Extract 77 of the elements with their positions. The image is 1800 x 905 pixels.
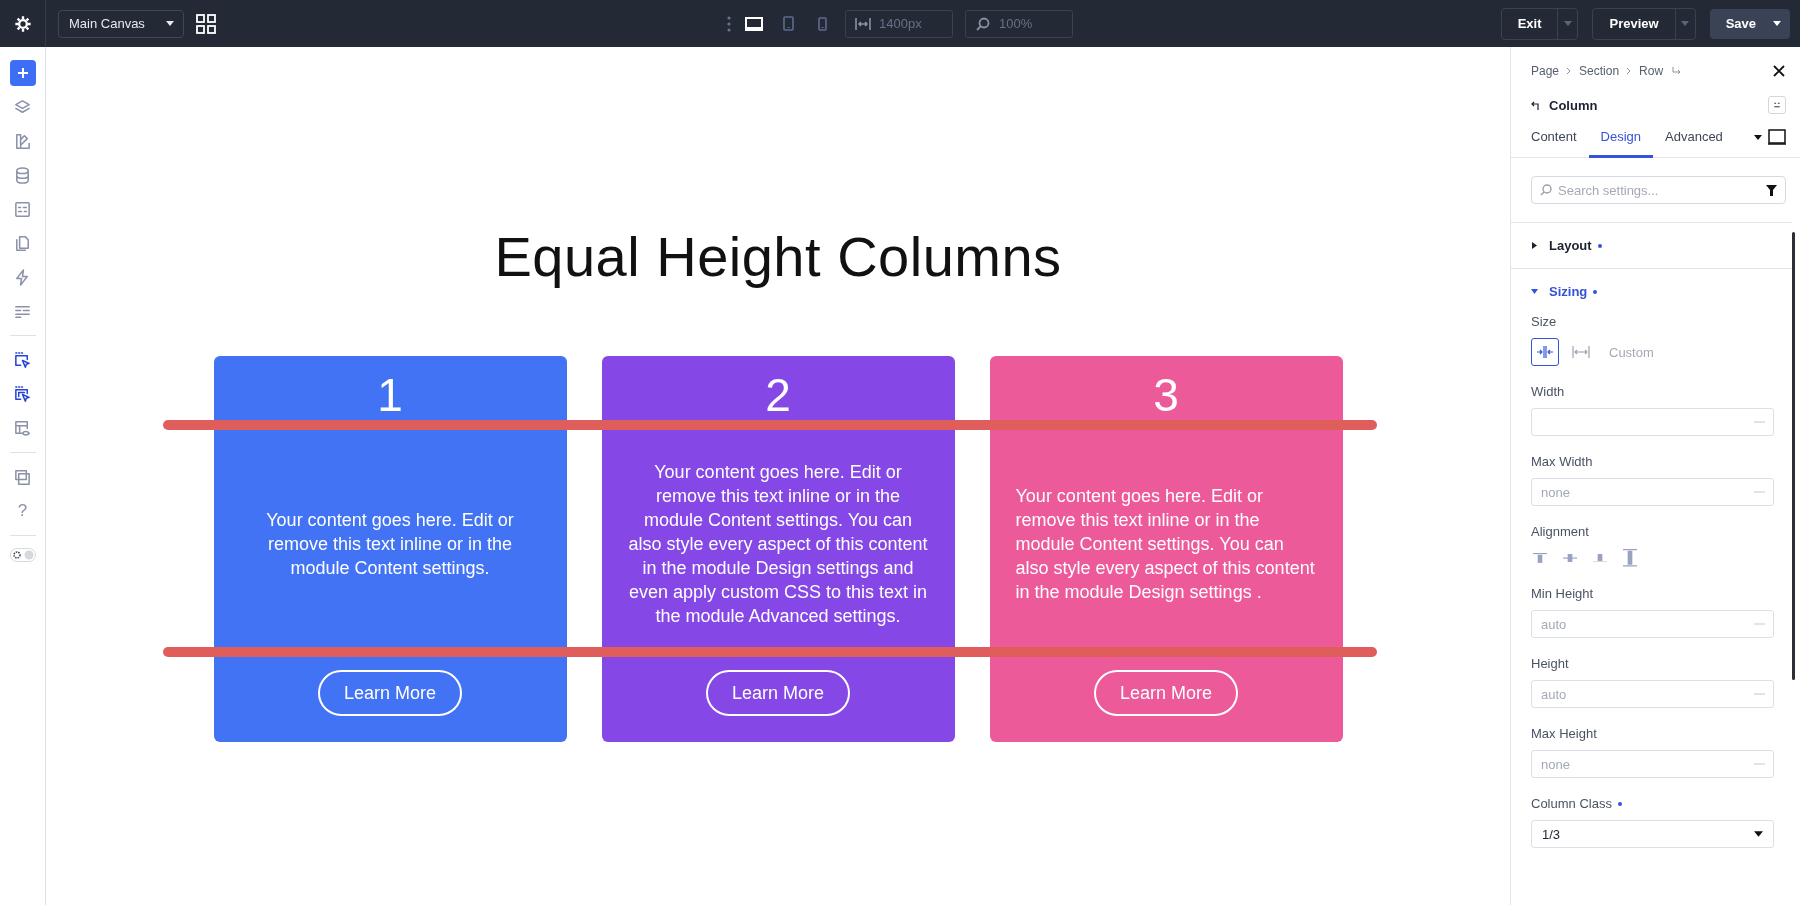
caret-icon [1754, 831, 1763, 837]
element-heading: Column [1549, 97, 1598, 113]
options-icon[interactable] [1768, 96, 1786, 114]
width-arrows-icon [855, 16, 871, 31]
more-icon[interactable] [727, 15, 731, 32]
caret-icon [1563, 21, 1572, 26]
theme-toggle-icon[interactable] [9, 548, 36, 562]
select-field[interactable]: 1/3 [1531, 820, 1774, 848]
panel-tab[interactable]: Design [1588, 117, 1653, 158]
input-field[interactable]: auto [1531, 680, 1774, 708]
align-center-icon [1563, 553, 1577, 563]
card-text: Your content goes here. Edit or remove this text inline or in the module Content settings. You can also style every aspect of this content in the module Design settings . [1015, 485, 1316, 605]
disclosure-triangle-icon [1531, 242, 1538, 249]
input-field[interactable]: auto [1531, 610, 1774, 638]
canvas-select[interactable]: Main Canvas [58, 9, 184, 38]
section-header[interactable]: Sizing [1511, 269, 1792, 314]
caret-icon [1773, 21, 1781, 26]
field-label: Size [1531, 314, 1557, 329]
input-field[interactable] [1531, 408, 1774, 436]
card-text: Your content goes here. Edit or remove this text inline or in the module Content settings. [265, 509, 515, 581]
windows-icon [13, 467, 32, 487]
search-icon [1540, 184, 1552, 196]
scrollbar[interactable] [1792, 232, 1795, 680]
desktop-icon [745, 16, 763, 31]
caret-icon [166, 21, 174, 26]
learn-more-button[interactable]: Learn More [318, 670, 462, 717]
align-top-icon [1533, 553, 1547, 563]
align-stretch-icon [1623, 549, 1637, 567]
layout-eye-icon [13, 418, 32, 438]
breadcrumb-link[interactable]: Section [1579, 64, 1620, 78]
close-icon[interactable] [1772, 64, 1786, 78]
selection-cursor-icon [13, 350, 32, 370]
input-field[interactable]: none [1531, 478, 1774, 506]
card-text: Your content goes here. Edit or remove this text inline or in the module Content settings. You can also style every aspect of this content in the module Design settings and even apply custom CSS to this text in the module Advanced settings. [627, 461, 929, 629]
input-field[interactable]: none [1531, 750, 1774, 778]
add-button[interactable] [9, 60, 36, 86]
tablet-icon [782, 16, 794, 31]
card-number: 3 [1153, 372, 1179, 419]
multi-select-cursor-icon [13, 384, 32, 404]
grid-icon[interactable] [196, 13, 216, 34]
panel-tab[interactable]: Content [1519, 117, 1589, 158]
field-label: Max Height [1531, 726, 1597, 741]
field-label: Alignment [1531, 524, 1589, 539]
page-title: Equal Height Columns [494, 224, 1062, 290]
filter-icon[interactable] [1766, 185, 1777, 196]
section-header[interactable]: Layout [1511, 223, 1792, 268]
settings-icon[interactable] [13, 14, 32, 33]
card-number: 1 [377, 372, 403, 419]
field-label: Min Height [1531, 586, 1594, 601]
panel-tab[interactable]: Advanced [1653, 117, 1735, 158]
chevron-icon [1626, 67, 1633, 75]
back-arrow-icon[interactable] [1531, 100, 1540, 110]
field-label: Width [1531, 384, 1565, 399]
plus-icon [16, 67, 29, 79]
chevron-icon [1566, 67, 1573, 75]
field-label: Column Class [1531, 796, 1612, 811]
learn-more-button[interactable]: Learn More [706, 670, 850, 717]
disclosure-triangle-icon [1531, 288, 1538, 295]
field-label: Max Width [1531, 454, 1593, 469]
return-arrow-icon [1671, 66, 1682, 76]
card-number: 2 [765, 372, 791, 419]
search-field[interactable]: Search settings... [1531, 176, 1786, 204]
database-icon [13, 165, 32, 185]
caret-icon [1681, 21, 1690, 26]
shrink-width-icon [1536, 346, 1554, 358]
phone-icon [817, 16, 827, 31]
size-option[interactable] [1531, 338, 1559, 366]
caret-icon [1754, 134, 1762, 140]
breadcrumb-link[interactable]: Page [1531, 64, 1560, 78]
paint-brush-icon [13, 131, 32, 151]
breadcrumb-link[interactable]: Row [1639, 64, 1664, 78]
copy-icon [13, 233, 32, 253]
expand-width-icon [1572, 346, 1590, 358]
search-icon [975, 16, 991, 31]
field-label: Height [1531, 656, 1569, 671]
form-icon [13, 199, 32, 219]
desktop-icon[interactable] [1768, 129, 1786, 145]
